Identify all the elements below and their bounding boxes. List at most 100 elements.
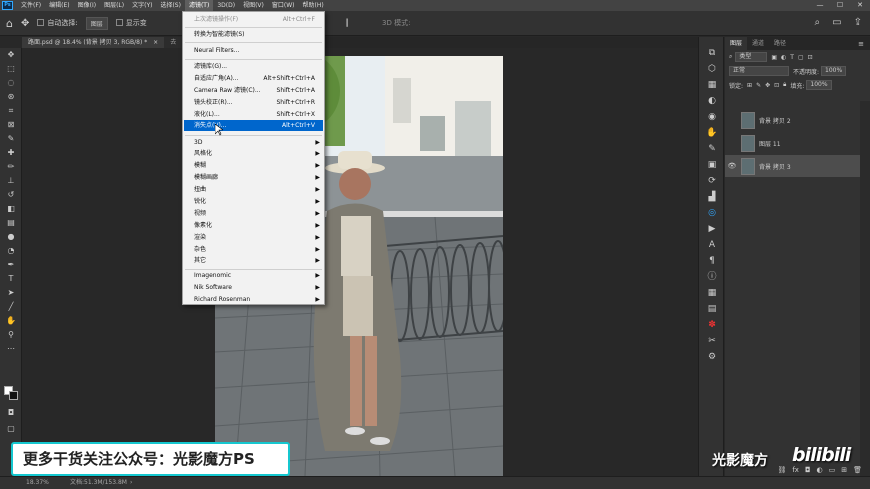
fill-input[interactable]: 100% bbox=[806, 80, 832, 90]
status-arrow-icon[interactable]: › bbox=[130, 477, 132, 489]
menu-item-liquify[interactable]: 液化(L)... Shift+Ctrl+X bbox=[184, 109, 323, 120]
auto-select-checkbox[interactable]: 自动选择: bbox=[37, 18, 78, 28]
layer-row-selected[interactable]: 👁︎ 背景 拷贝 3 bbox=[725, 155, 860, 177]
background-color-swatch[interactable] bbox=[9, 391, 18, 400]
close-icon[interactable]: ✕ bbox=[850, 0, 870, 11]
path-select-tool-icon[interactable]: ➤ bbox=[0, 286, 22, 300]
screen-mode-icon[interactable]: ▢ bbox=[0, 422, 22, 436]
menu-item-pixelate[interactable]: 像素化 ▶ bbox=[184, 220, 323, 231]
more-tools-icon[interactable]: ⋯ bbox=[0, 342, 22, 356]
history-icon[interactable]: ⧉ bbox=[699, 45, 725, 61]
levels-icon[interactable]: ▤ bbox=[699, 301, 725, 317]
menu-item-adaptive-wide-angle[interactable]: 自适应广角(A)... Alt+Shift+Ctrl+A bbox=[184, 73, 323, 84]
hand-tool-icon[interactable]: ✋ bbox=[0, 314, 22, 328]
tab-close-icon[interactable]: × bbox=[153, 39, 158, 46]
eraser-tool-icon[interactable]: ◧ bbox=[0, 202, 22, 216]
show-transform-checkbox[interactable]: 显示变 bbox=[115, 18, 147, 28]
menu-item-distort[interactable]: 扭曲 ▶ bbox=[184, 184, 323, 195]
menu-item-last-filter[interactable]: 上次滤镜操作(F) Alt+Ctrl+F bbox=[184, 14, 323, 25]
brush-icon[interactable]: ✎ bbox=[699, 141, 725, 157]
layer-name[interactable]: 背景 拷贝 3 bbox=[759, 162, 791, 171]
lock-paint-icon[interactable]: ✎ bbox=[756, 82, 761, 89]
layer-name[interactable]: 图层 11 bbox=[759, 139, 781, 148]
quick-mask-icon[interactable]: ◘ bbox=[0, 406, 22, 420]
zoom-tool-icon[interactable]: ⚲ bbox=[0, 328, 22, 342]
panel-menu-icon[interactable]: ≡ bbox=[858, 40, 864, 48]
maximize-icon[interactable]: ☐ bbox=[830, 0, 850, 11]
line-tool-icon[interactable]: ╱ bbox=[0, 300, 22, 314]
menu-file[interactable]: 文件(F) bbox=[17, 0, 45, 11]
document-tab-active[interactable]: 路面.psd @ 18.4% (背景 拷贝 3, RGB/8) * × bbox=[22, 37, 165, 48]
grid-icon[interactable]: ▦ bbox=[699, 285, 725, 301]
menu-item-neural-filters[interactable]: Neural Filters... bbox=[184, 45, 323, 56]
3d-icon[interactable]: ⬡ bbox=[699, 61, 725, 77]
filter-type-icon[interactable]: T bbox=[790, 54, 794, 61]
quick-select-tool-icon[interactable]: ⊛ bbox=[0, 90, 22, 104]
share-icon[interactable]: ⇪ bbox=[854, 17, 862, 28]
menu-item-vanishing-point[interactable]: 消失点(V)... Alt+Ctrl+V bbox=[184, 120, 323, 131]
crop-tool-icon[interactable]: ⌗ bbox=[0, 104, 22, 118]
fx-icon[interactable]: fx bbox=[792, 466, 799, 474]
brush-tool-icon[interactable]: ✏ bbox=[0, 160, 22, 174]
tab-paths[interactable]: 路径 bbox=[769, 37, 791, 50]
layer-row[interactable]: 背景 拷贝 2 bbox=[725, 109, 860, 131]
menu-edit[interactable]: 编辑(E) bbox=[45, 0, 73, 11]
properties-icon[interactable]: ▦ bbox=[699, 77, 725, 93]
swatches-icon[interactable]: ▣ bbox=[699, 157, 725, 173]
link-layers-icon[interactable]: ⛓ bbox=[777, 466, 786, 474]
menu-3d[interactable]: 3D(D) bbox=[213, 0, 239, 11]
tab-channels[interactable]: 通道 bbox=[747, 37, 769, 50]
folder-icon[interactable]: ▭ bbox=[829, 466, 836, 474]
histogram-icon[interactable]: ▟ bbox=[699, 189, 725, 205]
minimize-icon[interactable]: — bbox=[810, 0, 830, 11]
menu-view[interactable]: 视图(V) bbox=[239, 0, 268, 11]
plugin-icon[interactable]: ✽ bbox=[699, 317, 725, 333]
menu-layer[interactable]: 图层(L) bbox=[100, 0, 128, 11]
menu-item-richard-rosenman[interactable]: Richard Rosenman ▶ bbox=[184, 294, 323, 305]
mask-icon[interactable]: ◘ bbox=[805, 466, 811, 474]
menu-image[interactable]: 图像(I) bbox=[74, 0, 100, 11]
settings-icon[interactable]: ⚙ bbox=[699, 349, 725, 365]
menu-item-noise[interactable]: 杂色 ▶ bbox=[184, 244, 323, 255]
healing-brush-tool-icon[interactable]: ✚ bbox=[0, 146, 22, 160]
lock-artboard-icon[interactable]: ⊡ bbox=[774, 82, 779, 89]
character-icon[interactable]: A bbox=[699, 237, 725, 253]
frame-tool-icon[interactable]: ⊠ bbox=[0, 118, 22, 132]
opacity-input[interactable]: 100% bbox=[821, 66, 847, 76]
move-tool-icon[interactable]: ✥ bbox=[21, 18, 29, 29]
navigator-icon[interactable]: ◎ bbox=[699, 205, 725, 221]
dodge-tool-icon[interactable]: ◔ bbox=[0, 244, 22, 258]
tools-icon[interactable]: ✂ bbox=[699, 333, 725, 349]
menu-item-camera-raw-filter[interactable]: Camera Raw 滤镜(C)... Shift+Ctrl+A bbox=[184, 85, 323, 96]
menu-item-3d[interactable]: 3D ▶ bbox=[184, 137, 323, 148]
adjustment-layer-icon[interactable]: ◐ bbox=[817, 466, 823, 474]
filter-adjust-icon[interactable]: ◐ bbox=[781, 54, 786, 61]
filter-shape-icon[interactable]: ▢ bbox=[798, 54, 804, 61]
menu-type[interactable]: 文字(Y) bbox=[128, 0, 156, 11]
menu-select[interactable]: 选择(S) bbox=[156, 0, 185, 11]
search-icon[interactable]: ⌕ bbox=[815, 17, 821, 28]
menu-item-stylize[interactable]: 风格化 ▶ bbox=[184, 148, 323, 159]
workspace-icon[interactable]: ▭ bbox=[832, 17, 841, 28]
menu-window[interactable]: 窗口(W) bbox=[268, 0, 299, 11]
lock-position-icon[interactable]: ✥ bbox=[765, 82, 770, 89]
lasso-tool-icon[interactable]: ◌ bbox=[0, 76, 22, 90]
layer-row[interactable]: 图层 11 bbox=[725, 132, 860, 154]
layer-name[interactable]: 背景 拷贝 2 bbox=[759, 116, 791, 125]
gradient-tool-icon[interactable]: ▤ bbox=[0, 216, 22, 230]
adjustments-icon[interactable]: ◐ bbox=[699, 93, 725, 109]
timeline-icon[interactable]: ⟳ bbox=[699, 173, 725, 189]
auto-select-dropdown[interactable]: 图层 bbox=[85, 16, 108, 30]
menu-item-other[interactable]: 其它 ▶ bbox=[184, 255, 323, 266]
menu-item-imagenomic[interactable]: Imagenomic ▶ bbox=[184, 270, 323, 281]
menu-item-filter-gallery[interactable]: 滤镜库(G)... bbox=[184, 61, 323, 72]
canvas-area[interactable] bbox=[22, 48, 698, 476]
layers-scrollbar[interactable] bbox=[860, 101, 870, 476]
marquee-tool-icon[interactable]: ⬚ bbox=[0, 62, 22, 76]
filter-image-icon[interactable]: ▣ bbox=[771, 54, 777, 61]
trash-icon[interactable]: 🗑︎ bbox=[853, 466, 862, 474]
clone-stamp-tool-icon[interactable]: ⊥ bbox=[0, 174, 22, 188]
menu-item-convert-smart-filter[interactable]: 转换为智能滤镜(S) bbox=[184, 29, 323, 40]
eyedropper-tool-icon[interactable]: ✎ bbox=[0, 132, 22, 146]
info-icon[interactable]: ⓘ bbox=[699, 269, 725, 285]
